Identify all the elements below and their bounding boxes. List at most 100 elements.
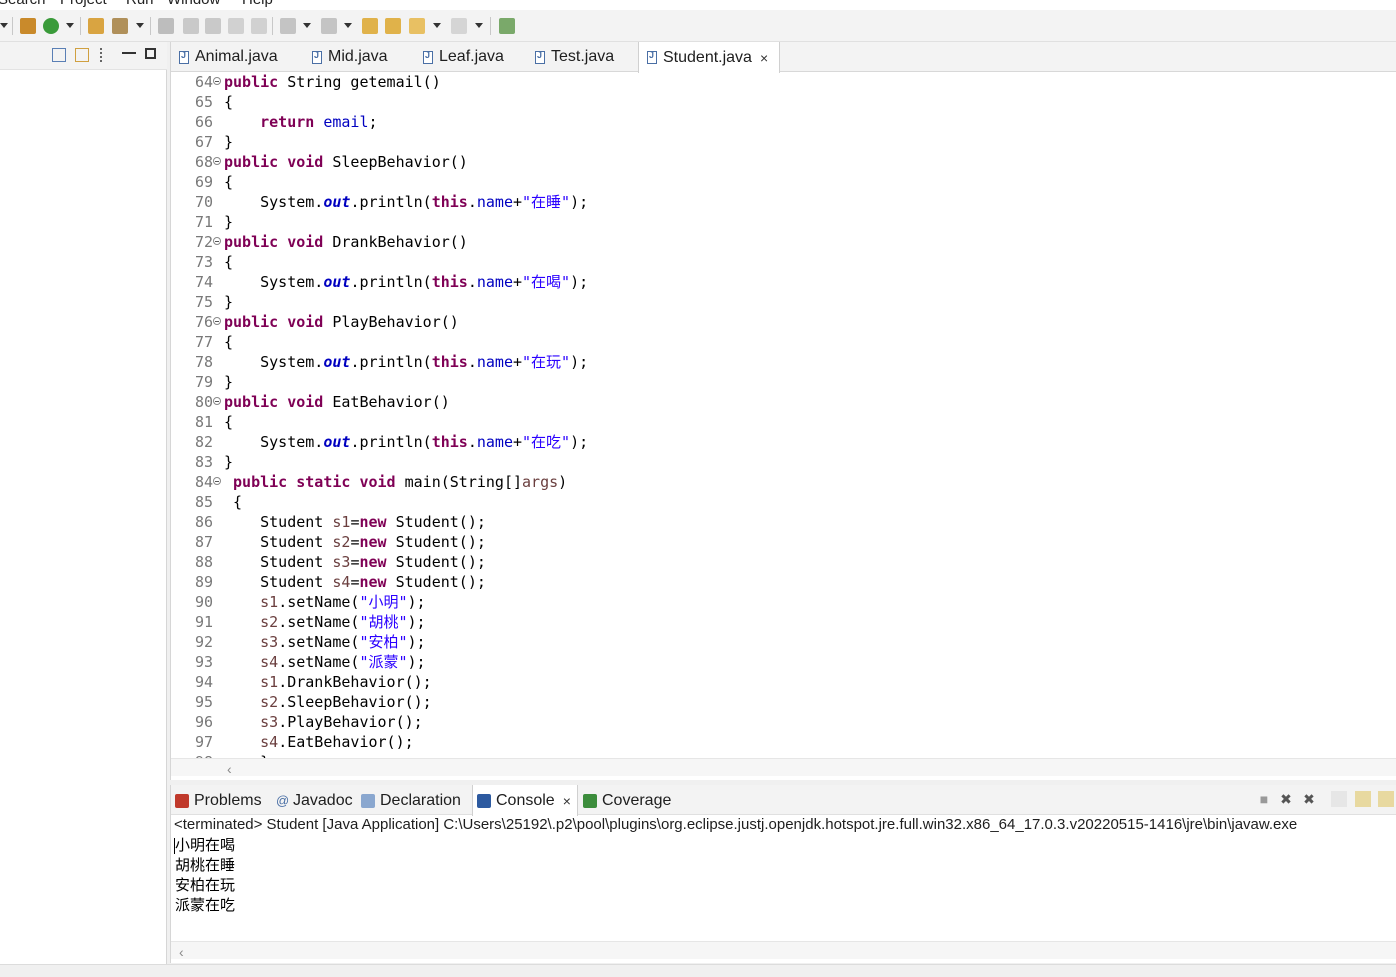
scroll-left-icon[interactable]: ‹ [227, 761, 232, 777]
dropdown-icon[interactable] [303, 23, 311, 28]
forward-icon[interactable] [451, 18, 467, 34]
code-line[interactable]: 84 public static void main(String[]args) [171, 472, 1396, 492]
toolbar-separator [272, 17, 273, 35]
refresh-run-icon[interactable] [43, 18, 59, 34]
mark-disabled-icon[interactable] [205, 18, 221, 34]
pencil-disabled-icon[interactable] [183, 18, 199, 34]
code-line[interactable]: 69 { [171, 172, 1396, 192]
code-line[interactable]: 67} [171, 132, 1396, 152]
package-icon[interactable] [20, 18, 36, 34]
code-text: s2.SleepBehavior(); [260, 693, 432, 711]
code-line[interactable]: 64 public String getemail() [171, 72, 1396, 92]
next-annotation-icon[interactable] [280, 18, 296, 34]
code-line[interactable]: 78 System.out.println(this.name+"在玩"); [171, 352, 1396, 372]
dropdown-icon[interactable] [344, 23, 352, 28]
code-line[interactable]: 70 System.out.println(this.name+"在睡"); [171, 192, 1396, 212]
code-line[interactable]: 85 { [171, 492, 1396, 512]
menu-search[interactable]: Search [0, 0, 46, 8]
open-perspective-icon[interactable] [499, 18, 515, 34]
forward-edit-icon[interactable] [385, 18, 401, 34]
menu-help[interactable]: Help [242, 0, 273, 8]
clear-console-icon[interactable] [1331, 791, 1347, 807]
menu-run[interactable]: Run [126, 0, 154, 8]
search-disabled-icon[interactable] [158, 18, 174, 34]
fold-toggle-icon[interactable] [213, 157, 221, 165]
tab-leaf-java[interactable]: Leaf.java [415, 42, 521, 72]
code-line[interactable]: 81 { [171, 412, 1396, 432]
block-disabled-icon[interactable] [228, 18, 244, 34]
code-line[interactable]: 88 Student s3=new Student(); [171, 552, 1396, 572]
code-line[interactable]: 94 s1.DrankBehavior(); [171, 672, 1396, 692]
close-icon[interactable]: × [760, 50, 768, 66]
remove-all-icon[interactable]: ✖ [1301, 791, 1317, 807]
code-line[interactable]: 68 public void SleepBehavior() [171, 152, 1396, 172]
editor-horizontal-scrollbar[interactable]: ‹ [171, 758, 1396, 777]
fold-toggle-icon[interactable] [213, 77, 221, 85]
code-line[interactable]: 73 { [171, 252, 1396, 272]
dropdown-icon[interactable] [475, 23, 483, 28]
word-wrap-icon[interactable] [1378, 791, 1394, 807]
code-line[interactable]: 74 System.out.println(this.name+"在喝"); [171, 272, 1396, 292]
code-line[interactable]: 77 { [171, 332, 1396, 352]
code-line[interactable]: 83} [171, 452, 1396, 472]
fold-toggle-icon[interactable] [213, 237, 221, 245]
last-edit-icon[interactable] [362, 18, 378, 34]
pilcrow-disabled-icon[interactable] [251, 18, 267, 34]
console-horizontal-scrollbar[interactable]: ‹ [171, 941, 1396, 960]
code-line[interactable]: 71} [171, 212, 1396, 232]
code-line[interactable]: 97 s4.EatBehavior(); [171, 732, 1396, 752]
code-line[interactable]: 91 s2.setName("胡桃"); [171, 612, 1396, 632]
code-line[interactable]: 86 Student s1=new Student(); [171, 512, 1396, 532]
code-line[interactable]: 79} [171, 372, 1396, 392]
code-line[interactable]: 66 return email; [171, 112, 1396, 132]
dropdown-icon[interactable] [136, 23, 144, 28]
code-line[interactable]: 80 public void EatBehavior() [171, 392, 1396, 412]
code-line[interactable]: 82 System.out.println(this.name+"在吃"); [171, 432, 1396, 452]
fold-toggle-icon[interactable] [213, 317, 221, 325]
minimize-icon[interactable] [122, 52, 136, 54]
menu-project[interactable]: Project [60, 0, 107, 8]
maximize-icon[interactable] [145, 48, 156, 59]
fold-toggle-icon[interactable] [213, 477, 221, 485]
code-line[interactable]: 89 Student s4=new Student(); [171, 572, 1396, 592]
menu-window[interactable]: Window [167, 0, 220, 8]
dropdown-icon[interactable] [66, 23, 74, 28]
fold-toggle-icon[interactable] [213, 397, 221, 405]
tab-javadoc[interactable]: @ Javadoc [276, 790, 353, 812]
code-line[interactable]: 76 public void PlayBehavior() [171, 312, 1396, 332]
scroll-left-icon[interactable]: ‹ [179, 944, 184, 960]
code-line[interactable]: 95 s2.SleepBehavior(); [171, 692, 1396, 712]
link-editor-icon[interactable] [75, 48, 89, 62]
tab-coverage[interactable]: Coverage [583, 790, 671, 812]
scroll-lock-icon[interactable] [1355, 791, 1371, 807]
code-line[interactable]: 65 { [171, 92, 1396, 112]
code-line[interactable]: 72 public void DrankBehavior() [171, 232, 1396, 252]
dropdown-icon[interactable] [0, 23, 8, 28]
tab-test-java[interactable]: Test.java [527, 42, 633, 72]
code-text: public void DrankBehavior() [224, 233, 468, 251]
code-line[interactable]: 90 s1.setName("小明"); [171, 592, 1396, 612]
code-text: { [224, 93, 234, 111]
code-line[interactable]: 92 s3.setName("安柏"); [171, 632, 1396, 652]
code-area[interactable]: 64 public String getemail() 65 {66 return e… [171, 72, 1396, 758]
prev-annotation-icon[interactable] [321, 18, 337, 34]
remove-launch-icon[interactable]: ✖ [1278, 791, 1294, 807]
open-folder-icon[interactable] [88, 18, 104, 34]
close-icon[interactable]: × [563, 793, 571, 809]
terminate-icon[interactable]: ■ [1256, 791, 1272, 807]
tab-student-java[interactable]: Student.java × [638, 42, 780, 73]
code-line[interactable]: 75} [171, 292, 1396, 312]
view-menu-icon[interactable] [100, 48, 104, 62]
tab-problems[interactable]: Problems [175, 790, 262, 812]
tab-console[interactable]: Console × [472, 785, 578, 816]
tab-animal-java[interactable]: Animal.java [171, 42, 295, 72]
code-line[interactable]: 93 s4.setName("派蒙"); [171, 652, 1396, 672]
code-line[interactable]: 87 Student s2=new Student(); [171, 532, 1396, 552]
dropdown-icon[interactable] [433, 23, 441, 28]
back-icon[interactable] [409, 18, 425, 34]
tab-mid-java[interactable]: Mid.java [304, 42, 408, 72]
code-line[interactable]: 96 s3.PlayBehavior(); [171, 712, 1396, 732]
tab-declaration[interactable]: Declaration [361, 790, 461, 812]
tool-icon[interactable] [112, 18, 128, 34]
collapse-all-icon[interactable] [52, 48, 66, 62]
